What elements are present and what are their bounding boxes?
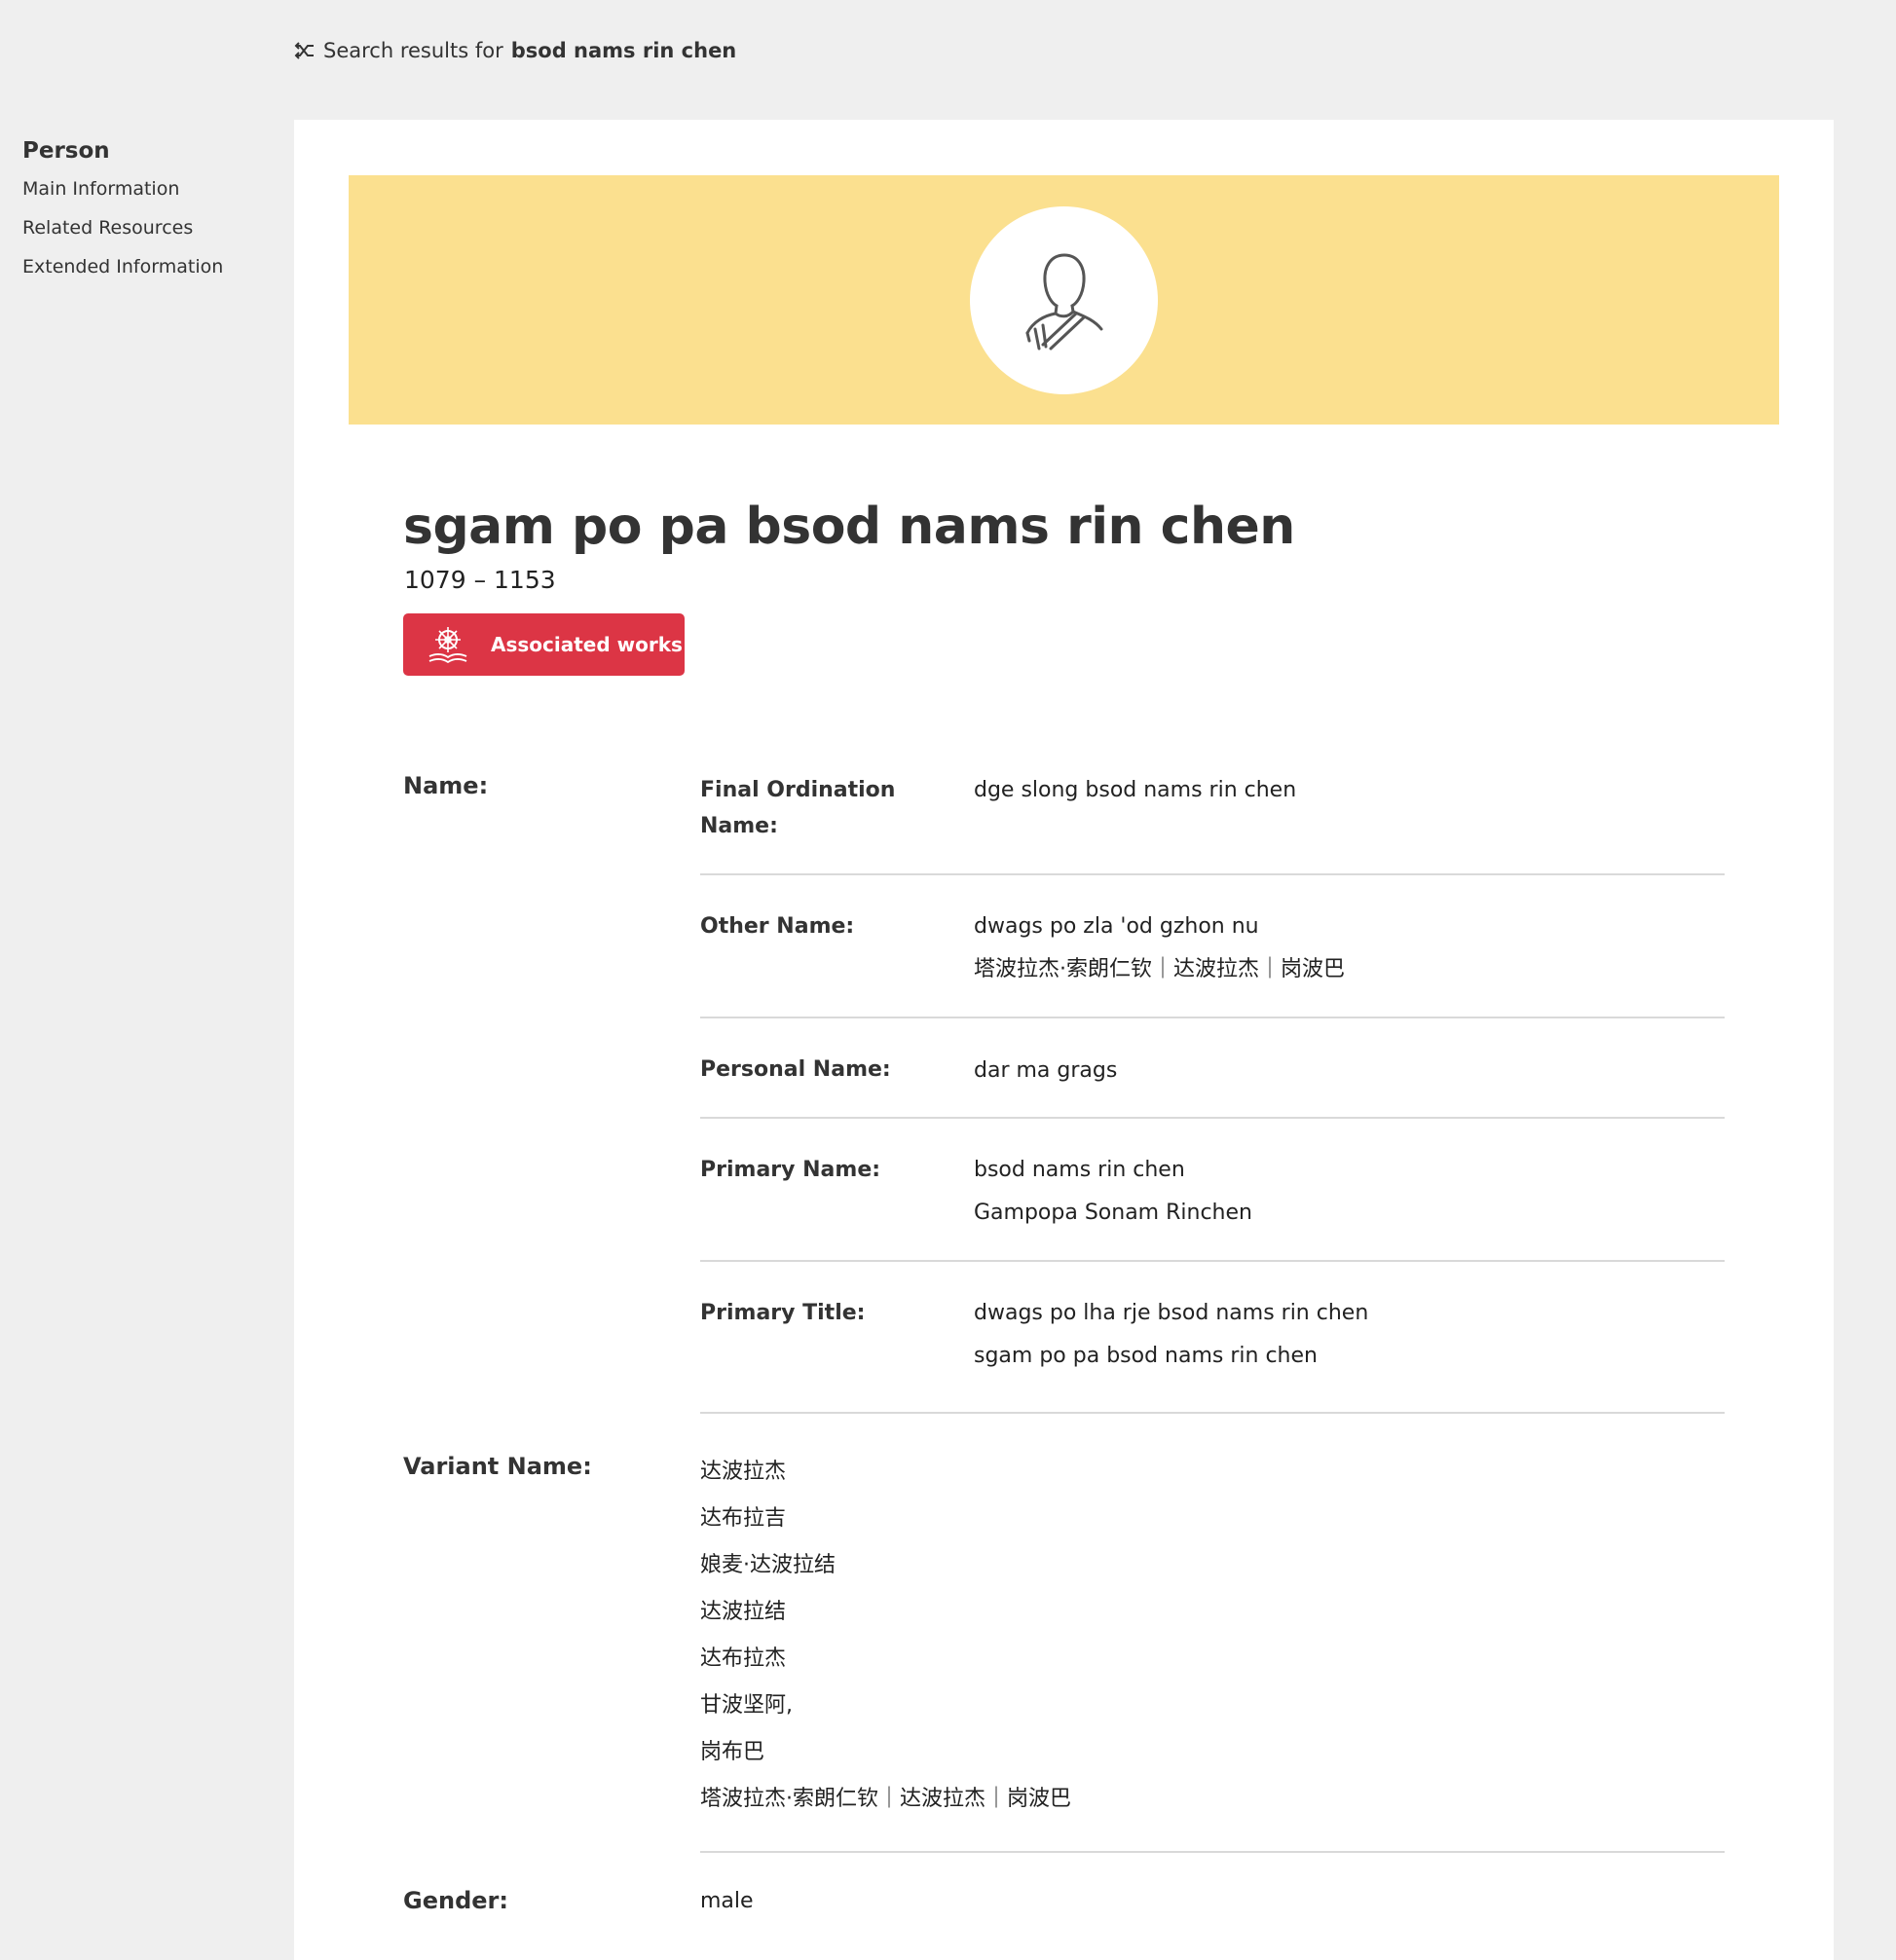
field-value: 塔波拉杰·索朗仁钦｜达波拉杰｜岗波巴: [974, 957, 1345, 981]
divider: [700, 1412, 1725, 1414]
sidebar-heading: Person: [22, 138, 110, 164]
variant-name-values: 达波拉杰 达布拉吉 娘麦·达波拉结 达波拉结 达布拉杰 甘波坚阿, 岗布巴 塔波…: [700, 1449, 1071, 1823]
field-value: sgam po pa bsod nams rin chen: [974, 1344, 1318, 1368]
variant-name: 达布拉吉: [700, 1506, 787, 1531]
search-results-prefix: Search results for: [323, 39, 503, 62]
final-ordination-name-label: Final Ordination Name:: [700, 778, 896, 838]
gender-label: Gender:: [403, 1887, 508, 1914]
personal-name-values: dar ma grags: [974, 1050, 1117, 1092]
shuffle-back-icon: [294, 42, 316, 59]
life-dates: 1079 – 1153: [404, 566, 556, 594]
personal-name-label: Personal Name:: [700, 1057, 891, 1082]
field-value: Gampopa Sonam Rinchen: [974, 1201, 1252, 1225]
gender-values: male: [700, 1880, 754, 1923]
other-name-label: Other Name:: [700, 914, 855, 939]
sidebar-item-main-information[interactable]: Main Information: [22, 175, 223, 214]
avatar: [970, 206, 1158, 394]
final-ordination-name-values: dge slong bsod nams rin chen: [974, 769, 1296, 812]
associated-works-label: Associated works: [491, 633, 683, 656]
field-value: bsod nams rin chen: [974, 1158, 1185, 1182]
sidebar-item-related-resources[interactable]: Related Resources: [22, 214, 223, 253]
field-value: dwags po zla 'od gzhon nu: [974, 914, 1259, 939]
variant-name: 达布拉杰: [700, 1646, 787, 1671]
variant-name-label: Variant Name:: [403, 1453, 592, 1480]
primary-title-label: Primary Title:: [700, 1301, 866, 1325]
variant-name: 甘波坚阿,: [700, 1693, 793, 1718]
variant-name: 达波拉结: [700, 1600, 787, 1624]
person-banner: [349, 175, 1779, 425]
main-panel: sgam po pa bsod nams rin chen 1079 – 115…: [294, 120, 1834, 1960]
divider: [700, 1851, 1725, 1853]
gender-value: male: [700, 1889, 754, 1913]
field-value: dge slong bsod nams rin chen: [974, 778, 1297, 802]
sidebar: Person Main Information Related Resource…: [22, 138, 223, 292]
variant-name: 达波拉杰: [700, 1460, 787, 1484]
primary-title-values: dwags po lha rje bsod nams rin chen sgam…: [974, 1292, 1368, 1378]
divider: [700, 1117, 1725, 1119]
other-name-values: dwags po zla 'od gzhon nu 塔波拉杰·索朗仁钦｜达波拉杰…: [974, 906, 1345, 991]
divider: [700, 1260, 1725, 1262]
field-value: dar ma grags: [974, 1058, 1118, 1083]
page-title: sgam po pa bsod nams rin chen: [403, 498, 1295, 556]
variant-name: 娘麦·达波拉结: [700, 1553, 836, 1577]
divider: [700, 1017, 1725, 1018]
field-value: dwags po lha rje bsod nams rin chen: [974, 1301, 1369, 1325]
primary-name-label: Primary Name:: [700, 1158, 881, 1182]
associated-works-button[interactable]: Associated works: [403, 613, 685, 676]
dharma-wheel-book-icon: [428, 627, 467, 664]
search-query: bsod nams rin chen: [510, 39, 737, 62]
search-results-link[interactable]: Search results for bsod nams rin chen: [294, 39, 736, 62]
monk-person-icon: [1025, 253, 1102, 350]
primary-name-values: bsod nams rin chen Gampopa Sonam Rinchen: [974, 1149, 1252, 1235]
variant-name: 塔波拉杰·索朗仁钦｜达波拉杰｜岗波巴: [700, 1787, 1071, 1811]
divider: [700, 873, 1725, 875]
variant-name: 岗布巴: [700, 1740, 765, 1764]
sidebar-item-extended-information[interactable]: Extended Information: [22, 253, 223, 292]
name-label: Name:: [403, 772, 489, 799]
